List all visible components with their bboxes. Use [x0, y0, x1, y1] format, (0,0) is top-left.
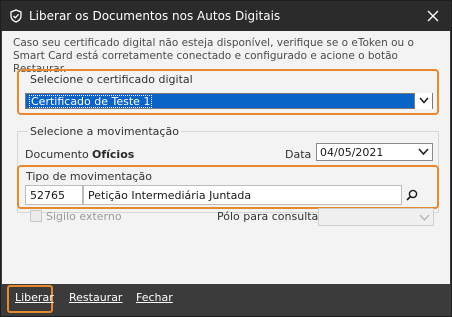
dialog-window: Liberar os Documentos nos Autos Digitais…: [0, 0, 452, 317]
restaurar-button[interactable]: Restaurar: [69, 291, 122, 304]
document-label: Documento: [25, 148, 89, 161]
button-bar: Liberar Restaurar Fechar: [2, 284, 450, 316]
movement-type-description: Petição Intermediária Juntada: [88, 189, 252, 202]
date-value: 04/05/2021: [320, 146, 384, 159]
certificate-select[interactable]: Certificado de Teste 1: [25, 93, 433, 109]
close-icon: [427, 10, 439, 22]
sigilo-label: Sigilo externo: [46, 210, 122, 223]
fechar-button[interactable]: Fechar: [136, 291, 173, 304]
sigilo-checkbox[interactable]: [30, 210, 42, 222]
chevron-down-icon: [419, 97, 429, 104]
chevron-down-icon: [419, 214, 430, 222]
close-button[interactable]: [415, 1, 451, 31]
chevron-down-icon: [418, 148, 429, 156]
movement-type-description-input[interactable]: Petição Intermediária Juntada: [83, 185, 402, 205]
certificate-selected-value: Certificado de Teste 1: [29, 95, 153, 108]
shield-check-icon: [10, 9, 22, 23]
title-bar[interactable]: Liberar os Documentos nos Autos Digitais: [1, 1, 451, 31]
search-button[interactable]: [402, 185, 422, 205]
movement-type-code-input[interactable]: 52765: [25, 185, 83, 205]
movement-group-label: Selecione a movimentação: [28, 125, 181, 138]
movement-type-code: 52765: [30, 189, 65, 202]
date-label: Data: [285, 148, 312, 161]
dialog-content: Caso seu certificado digital não esteja …: [2, 31, 450, 284]
document-value: Ofícios: [92, 148, 135, 161]
polo-label: Pólo para consulta: [217, 210, 319, 223]
window-title: Liberar os Documentos nos Autos Digitais: [29, 9, 281, 23]
certificate-dropdown-button[interactable]: [414, 93, 432, 109]
movement-type-label: Tipo de movimentação: [26, 170, 152, 183]
search-icon: [406, 189, 418, 201]
certificate-group-label: Selecione o certificado digital: [28, 73, 195, 86]
date-picker[interactable]: 04/05/2021: [316, 143, 433, 161]
polo-select[interactable]: [318, 208, 434, 226]
liberar-button[interactable]: Liberar: [15, 291, 54, 304]
